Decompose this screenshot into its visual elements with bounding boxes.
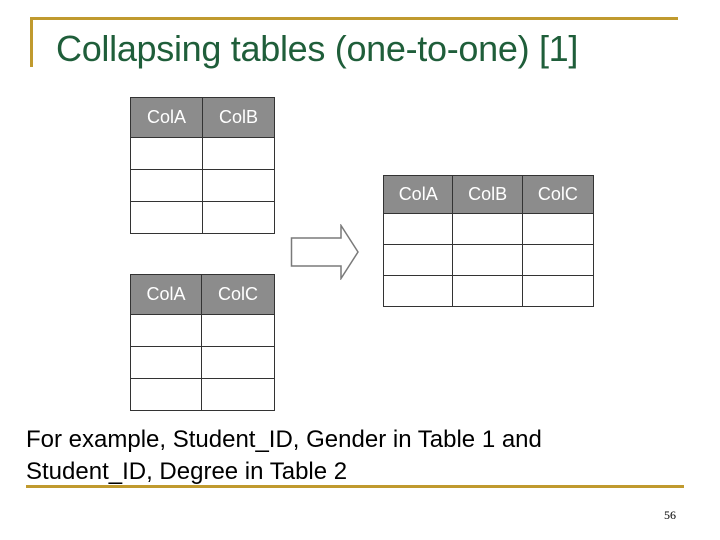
table-1: ColA ColB [130, 97, 275, 234]
table-cell [521, 213, 595, 245]
table-cell [201, 314, 275, 347]
table-cell [382, 275, 454, 307]
table-row [129, 314, 275, 347]
table-row [382, 213, 595, 245]
table-row [130, 201, 275, 234]
left-accent-rule [30, 17, 33, 67]
table-row [130, 169, 275, 202]
table-cell [202, 201, 275, 234]
table-cell [201, 346, 275, 379]
table-row [130, 137, 275, 170]
table-cell [130, 201, 203, 234]
slide: Collapsing tables (one-to-one) [1] ColA … [0, 0, 720, 540]
caption-line-2: Student_ID, Degree in Table 2 [26, 458, 348, 485]
table-2: ColA ColC [129, 274, 275, 411]
table-2-header-colc: ColC [201, 274, 275, 315]
table-cell [521, 275, 595, 307]
table-row [382, 275, 595, 307]
slide-title: Collapsing tables (one-to-one) [1] [56, 28, 579, 69]
table-cell [129, 378, 203, 411]
result-table-header-colb: ColB [452, 175, 523, 214]
table-cell [202, 169, 275, 202]
table-cell [130, 169, 203, 202]
table-cell [382, 244, 454, 276]
caption-line-1: For example, Student_ID, Gender in Table… [26, 426, 542, 453]
result-table: ColA ColB ColC [382, 175, 595, 307]
table-cell [452, 275, 523, 307]
page-number: 56 [664, 508, 676, 522]
table-cell [452, 244, 523, 276]
result-table-header-colc: ColC [521, 175, 595, 214]
table-row [129, 346, 275, 379]
table-cell [130, 137, 203, 170]
table-2-header-cola: ColA [129, 274, 203, 315]
result-table-header-cola: ColA [382, 175, 454, 214]
table-cell [521, 244, 595, 276]
caption: For example, Student_ID, Gender in Table… [26, 424, 706, 488]
table-1-header-colb: ColB [202, 97, 275, 138]
table-cell [452, 213, 523, 245]
table-row [382, 244, 595, 276]
table-cell [201, 378, 275, 411]
bottom-accent-rule [26, 485, 684, 488]
table-cell [202, 137, 275, 170]
right-arrow-icon [290, 224, 359, 280]
table-cell [382, 213, 454, 245]
table-cell [129, 314, 203, 347]
table-cell [129, 346, 203, 379]
top-accent-rule [30, 17, 678, 20]
table-row [129, 378, 275, 411]
table-1-header-cola: ColA [130, 97, 203, 138]
